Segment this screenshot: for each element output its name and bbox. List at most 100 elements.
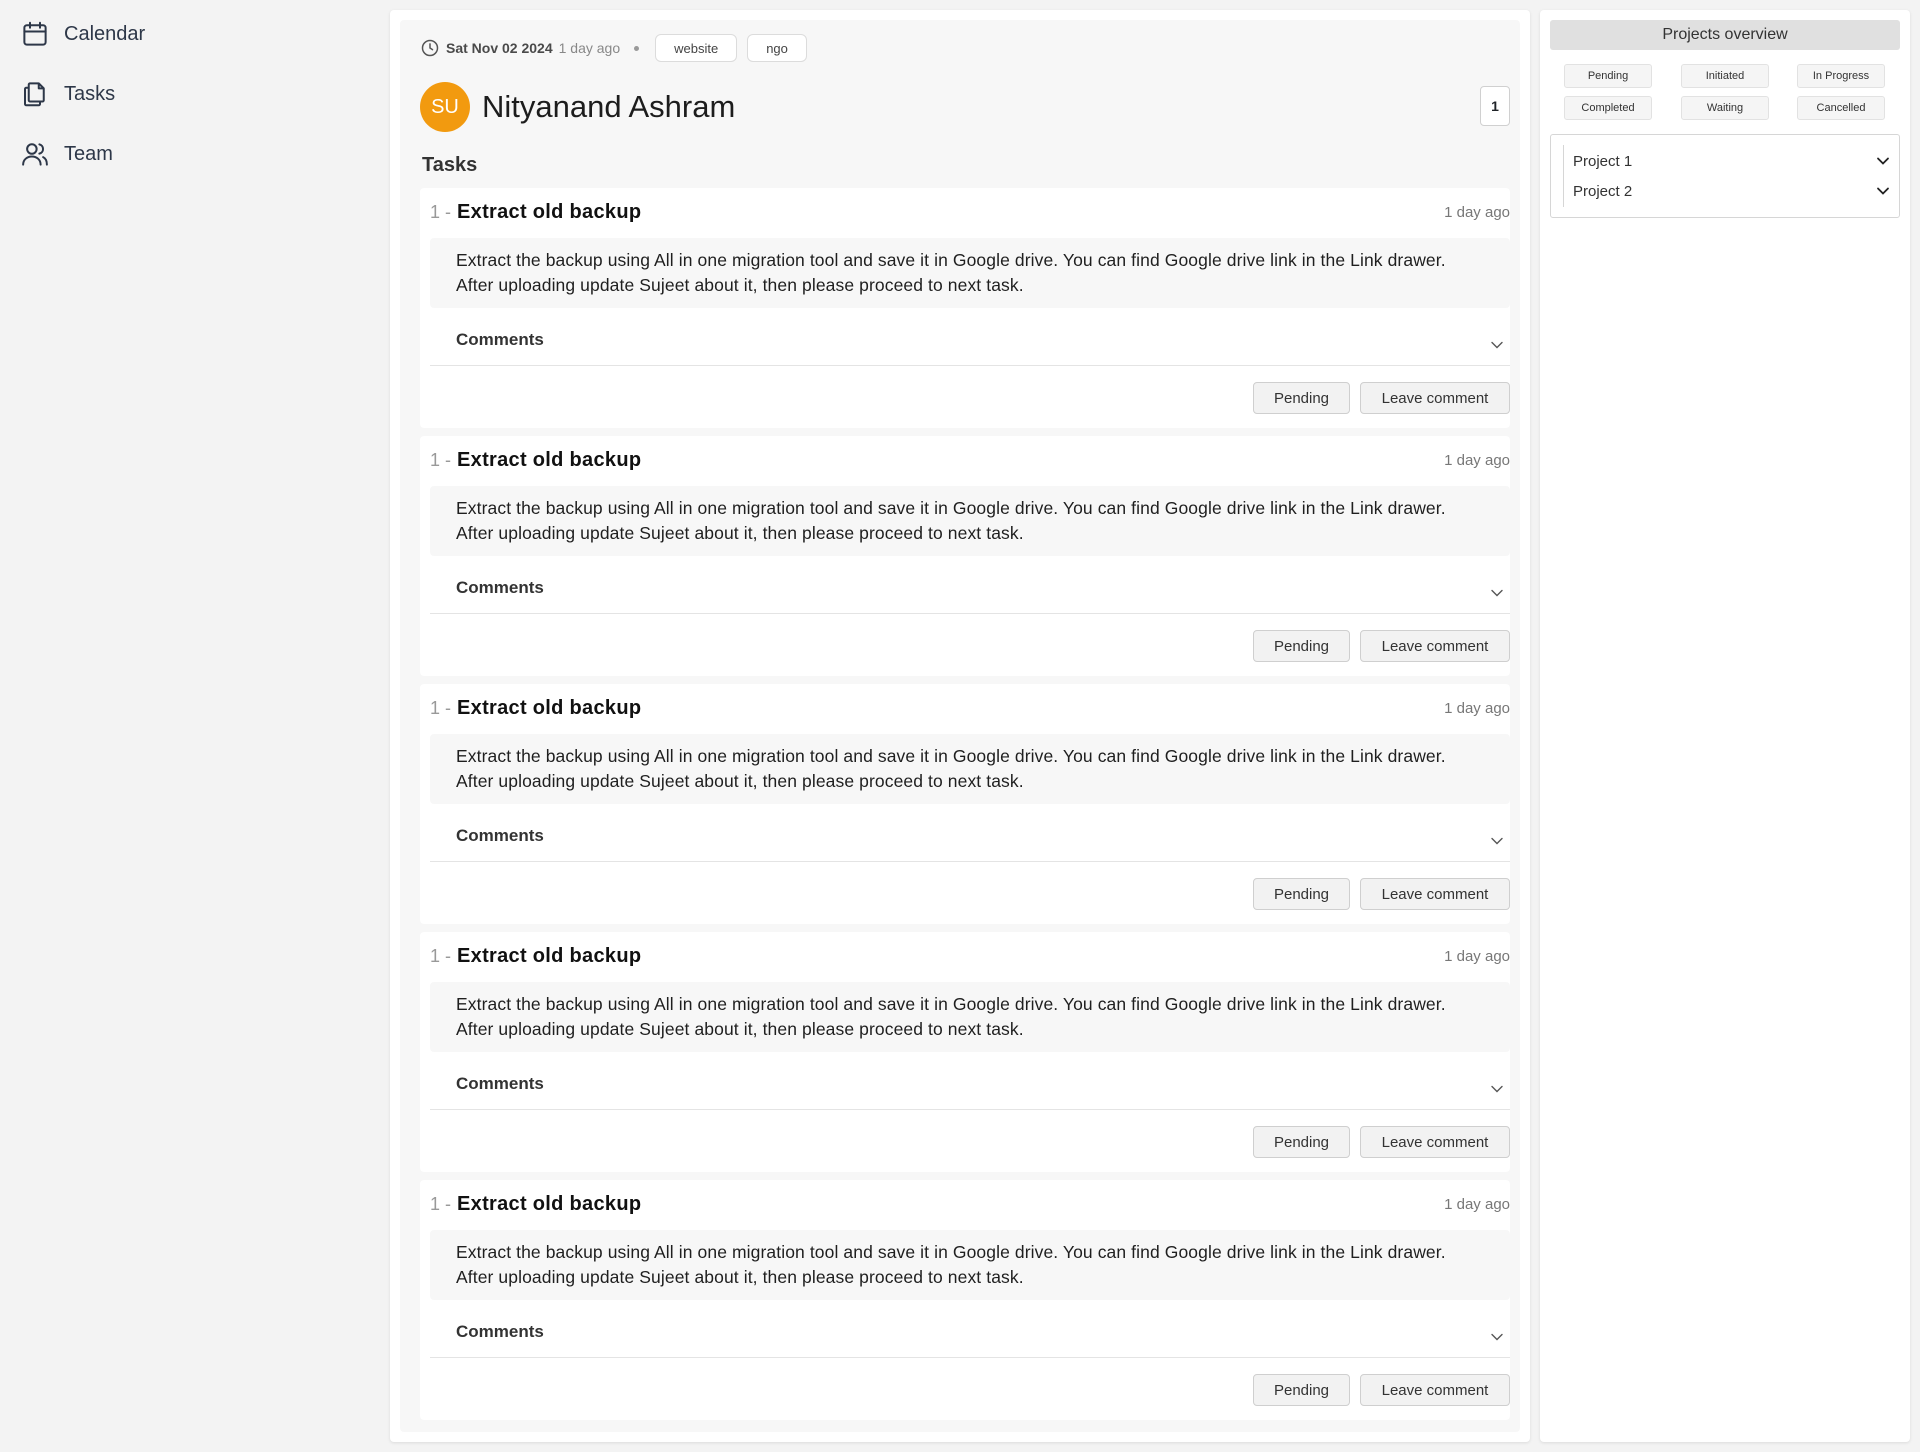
task-description-line: After uploading update Sujeet about it, … xyxy=(456,275,1024,295)
project-date: Sat Nov 02 2024 xyxy=(446,40,553,56)
project-meta: Sat Nov 02 2024 1 day ago website ngo xyxy=(420,34,811,62)
leave-comment-button[interactable]: Leave comment xyxy=(1360,1374,1510,1406)
chevron-down-icon xyxy=(1491,837,1503,845)
task-name: Extract old backup xyxy=(457,200,642,223)
task-title: 1 - Extract old backup xyxy=(430,448,641,472)
clock-icon xyxy=(421,39,439,57)
project-panel: Sat Nov 02 2024 1 day ago website ngo SU… xyxy=(390,10,1530,1442)
status-filter-completed[interactable]: Completed xyxy=(1564,96,1652,120)
task-name: Extract old backup xyxy=(457,448,642,471)
calendar-icon xyxy=(23,21,47,46)
task-time: 1 day ago xyxy=(1444,204,1510,221)
projects-overview-panel: Projects overview Pending Initiated In P… xyxy=(1540,10,1910,1442)
task-title: 1 - Extract old backup xyxy=(430,696,641,720)
task-description-line: After uploading update Sujeet about it, … xyxy=(456,1019,1024,1039)
project-list: Project 1 Project 2 xyxy=(1550,134,1900,218)
status-button[interactable]: Pending xyxy=(1253,878,1350,910)
page-title: Nityanand Ashram xyxy=(482,89,736,124)
documents-icon xyxy=(24,82,45,107)
comments-label: Comments xyxy=(456,826,544,845)
chevron-down-icon xyxy=(1877,157,1889,165)
project-item-2[interactable]: Project 2 xyxy=(1573,177,1891,205)
sidebar: Calendar Tasks Team xyxy=(0,0,390,1452)
comments-label: Comments xyxy=(456,330,544,349)
task-description-line: Extract the backup using All in one migr… xyxy=(456,250,1446,270)
status-filter-initiated[interactable]: Initiated xyxy=(1681,64,1769,88)
task-card: 1 - Extract old backup 1 day ago Extract… xyxy=(420,684,1510,924)
status-filter-pending[interactable]: Pending xyxy=(1564,64,1652,88)
task-number: 1 - xyxy=(430,697,452,718)
task-description: Extract the backup using All in one migr… xyxy=(430,1230,1510,1300)
chevron-down-icon xyxy=(1491,1085,1503,1093)
projects-overview-title: Projects overview xyxy=(1550,20,1900,50)
task-number: 1 - xyxy=(430,945,452,966)
task-description-line: After uploading update Sujeet about it, … xyxy=(456,771,1024,791)
comments-toggle[interactable]: Comments xyxy=(430,1310,1510,1358)
task-time: 1 day ago xyxy=(1444,452,1510,469)
task-card: 1 - Extract old backup 1 day ago Extract… xyxy=(420,932,1510,1172)
tag-ngo[interactable]: ngo xyxy=(747,34,807,62)
status-filter-waiting[interactable]: Waiting xyxy=(1681,96,1769,120)
chevron-down-icon xyxy=(1491,1333,1503,1341)
comments-toggle[interactable]: Comments xyxy=(430,1062,1510,1110)
sidebar-item-label: Tasks xyxy=(64,82,116,105)
sidebar-item-tasks[interactable]: Tasks xyxy=(20,74,115,114)
comments-toggle[interactable]: Comments xyxy=(430,318,1510,366)
task-card: 1 - Extract old backup 1 day ago Extract… xyxy=(420,1180,1510,1420)
leave-comment-button[interactable]: Leave comment xyxy=(1360,382,1510,414)
task-description: Extract the backup using All in one migr… xyxy=(430,982,1510,1052)
task-description-line: After uploading update Sujeet about it, … xyxy=(456,523,1024,543)
task-number: 1 - xyxy=(430,449,452,470)
comments-toggle[interactable]: Comments xyxy=(430,566,1510,614)
separator-dot xyxy=(634,45,640,51)
sidebar-item-label: Calendar xyxy=(64,22,146,45)
task-card: 1 - Extract old backup 1 day ago Extract… xyxy=(420,188,1510,428)
tree-rail xyxy=(1563,145,1564,207)
task-title: 1 - Extract old backup xyxy=(430,200,641,224)
tag-website[interactable]: website xyxy=(655,34,738,62)
status-filter-cancelled[interactable]: Cancelled xyxy=(1797,96,1885,120)
chevron-down-icon xyxy=(1491,341,1503,349)
task-time: 1 day ago xyxy=(1444,948,1510,965)
task-description-line: Extract the backup using All in one migr… xyxy=(456,746,1446,766)
count-badge[interactable]: 1 xyxy=(1480,86,1510,126)
comments-label: Comments xyxy=(456,1322,544,1341)
comments-toggle[interactable]: Comments xyxy=(430,814,1510,862)
task-number: 1 - xyxy=(430,201,452,222)
comments-label: Comments xyxy=(456,1074,544,1093)
task-description: Extract the backup using All in one migr… xyxy=(430,734,1510,804)
task-name: Extract old backup xyxy=(457,944,642,967)
sidebar-item-label: Team xyxy=(64,142,113,165)
status-filter-in-progress[interactable]: In Progress xyxy=(1797,64,1885,88)
comments-label: Comments xyxy=(456,578,544,597)
project-header: SU Nityanand Ashram xyxy=(420,82,735,132)
task-title: 1 - Extract old backup xyxy=(430,1192,641,1216)
task-number: 1 - xyxy=(430,1193,452,1214)
task-description: Extract the backup using All in one migr… xyxy=(430,238,1510,308)
status-button[interactable]: Pending xyxy=(1253,382,1350,414)
sidebar-item-calendar[interactable]: Calendar xyxy=(20,14,145,54)
task-description-line: Extract the backup using All in one migr… xyxy=(456,994,1446,1014)
status-button[interactable]: Pending xyxy=(1253,1374,1350,1406)
task-title: 1 - Extract old backup xyxy=(430,944,641,968)
task-time: 1 day ago xyxy=(1444,1196,1510,1213)
leave-comment-button[interactable]: Leave comment xyxy=(1360,1126,1510,1158)
project-item-1[interactable]: Project 1 xyxy=(1573,147,1891,175)
task-card: 1 - Extract old backup 1 day ago Extract… xyxy=(420,436,1510,676)
status-button[interactable]: Pending xyxy=(1253,1126,1350,1158)
project-relative-time: 1 day ago xyxy=(558,40,621,56)
task-name: Extract old backup xyxy=(457,696,642,719)
task-description-line: Extract the backup using All in one migr… xyxy=(456,498,1446,518)
task-description: Extract the backup using All in one migr… xyxy=(430,486,1510,556)
users-icon xyxy=(22,143,48,166)
chevron-down-icon xyxy=(1877,187,1889,195)
task-description-line: Extract the backup using All in one migr… xyxy=(456,1242,1446,1262)
leave-comment-button[interactable]: Leave comment xyxy=(1360,878,1510,910)
leave-comment-button[interactable]: Leave comment xyxy=(1360,630,1510,662)
sidebar-item-team[interactable]: Team xyxy=(20,134,113,174)
task-time: 1 day ago xyxy=(1444,700,1510,717)
project-content: Sat Nov 02 2024 1 day ago website ngo SU… xyxy=(400,20,1520,1432)
tasks-heading: Tasks xyxy=(422,154,478,176)
status-button[interactable]: Pending xyxy=(1253,630,1350,662)
project-item-label: Project 2 xyxy=(1573,182,1633,200)
